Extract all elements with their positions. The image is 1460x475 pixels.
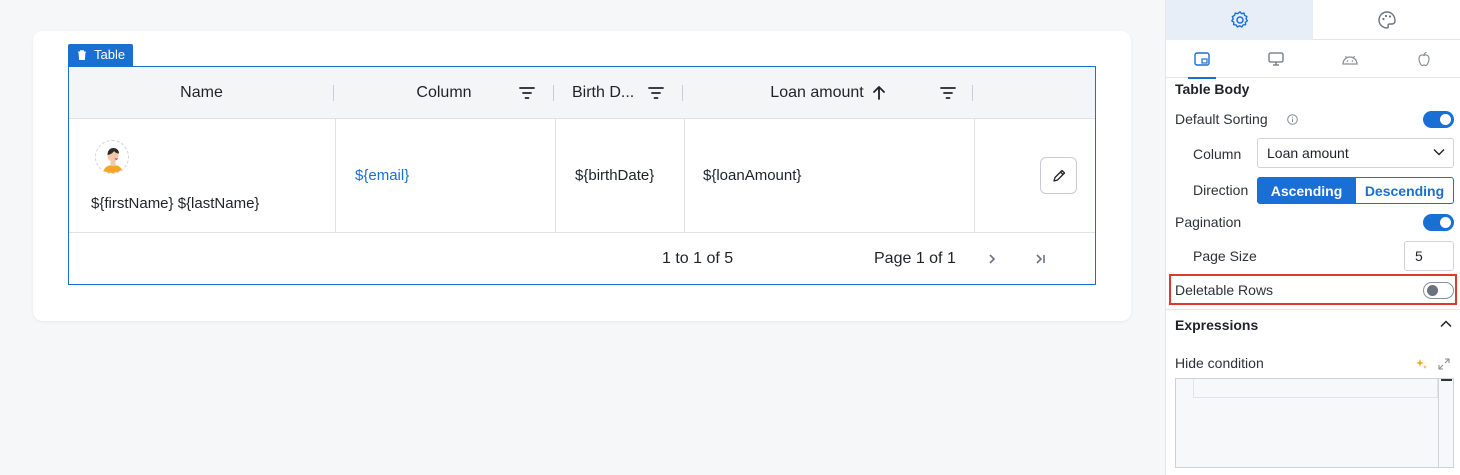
palette-icon <box>1377 11 1396 29</box>
chevron-up-icon[interactable] <box>1440 320 1452 328</box>
table-component-tag[interactable]: Table <box>68 44 134 66</box>
chevron-down-icon <box>1433 149 1445 156</box>
tab-android[interactable] <box>1314 40 1386 78</box>
expand-icon[interactable] <box>1438 358 1450 370</box>
name-cell: ${firstName} ${lastName} <box>91 195 260 212</box>
properties-panel: Table Body Default Sorting Column Loan a… <box>1165 0 1460 475</box>
deletable-rows-label: Deletable Rows <box>1175 282 1274 298</box>
android-icon <box>1342 55 1358 65</box>
expressions-header[interactable]: Expressions <box>1175 317 1258 333</box>
last-page-button[interactable] <box>1030 248 1052 270</box>
column-header-label: Name <box>180 84 223 101</box>
tab-component[interactable] <box>1166 40 1238 79</box>
direction-label: Direction <box>1193 182 1249 198</box>
next-page-button[interactable] <box>981 248 1003 270</box>
sparkle-icon[interactable] <box>1415 358 1427 370</box>
cell-divider <box>555 119 556 233</box>
column-select-value: Loan amount <box>1267 145 1349 161</box>
cell-divider <box>684 119 685 233</box>
email-cell[interactable]: ${email} <box>355 167 409 184</box>
editor-scrollbar[interactable] <box>1438 379 1453 467</box>
birthdate-cell: ${birthDate} <box>575 167 655 184</box>
hide-condition-label: Hide condition <box>1175 355 1264 371</box>
column-header-label: Birth D... <box>572 84 635 101</box>
component-icon <box>1194 52 1210 66</box>
column-label: Column <box>1193 146 1242 162</box>
page-size-label: Page Size <box>1193 248 1257 264</box>
hide-condition-editor[interactable] <box>1175 378 1454 468</box>
editor-line <box>1193 379 1438 398</box>
default-sorting-label: Default Sorting <box>1175 111 1268 127</box>
tab-ios[interactable] <box>1388 40 1460 78</box>
pagination-toggle[interactable] <box>1423 214 1454 231</box>
info-icon[interactable] <box>1287 114 1298 125</box>
cell-divider <box>335 119 336 233</box>
chevron-right-icon <box>989 254 996 264</box>
table-tag-label: Table <box>94 47 126 62</box>
tab-settings[interactable] <box>1166 0 1313 40</box>
column-divider[interactable] <box>972 85 973 101</box>
apple-icon <box>1418 51 1430 67</box>
page-size-input[interactable]: 5 <box>1404 241 1454 271</box>
deletable-rows-toggle[interactable] <box>1423 282 1454 299</box>
trash-icon[interactable] <box>76 49 88 61</box>
avatar <box>95 140 129 174</box>
desktop-icon <box>1268 52 1284 66</box>
descending-button[interactable]: Descending <box>1355 177 1454 204</box>
pagination-label: Pagination <box>1175 214 1242 230</box>
ascending-button[interactable]: Ascending <box>1257 177 1356 204</box>
device-tabs <box>1166 40 1460 79</box>
table-header: Name Column Birth D... Loan amount <box>69 67 1095 119</box>
filter-icon[interactable] <box>518 84 536 102</box>
panel-main-tabs <box>1166 0 1460 40</box>
column-header-loan-amount[interactable]: Loan amount <box>683 67 973 119</box>
cell-divider <box>974 119 975 233</box>
pencil-icon <box>1052 169 1065 182</box>
edit-row-button[interactable] <box>1040 157 1077 194</box>
tab-style[interactable] <box>1313 0 1460 40</box>
pagination-bar: 1 to 1 of 5 Page 1 of 1 <box>69 233 1095 285</box>
pagination-page: Page 1 of 1 <box>874 250 956 267</box>
section-divider <box>1166 309 1460 310</box>
loan-amount-cell: ${loanAmount} <box>703 167 802 184</box>
chevron-last-icon <box>1036 254 1045 264</box>
filter-icon[interactable] <box>647 84 665 102</box>
column-header-label: Column <box>416 84 472 101</box>
column-header-birthdate[interactable]: Birth D... <box>554 67 683 119</box>
sort-ascending-icon[interactable] <box>872 85 886 101</box>
gear-icon <box>1230 11 1248 28</box>
section-title: Table Body <box>1175 81 1250 97</box>
tab-desktop[interactable] <box>1240 40 1312 78</box>
filter-icon[interactable] <box>939 84 957 102</box>
pagination-range: 1 to 1 of 5 <box>662 250 734 267</box>
column-header-label: Loan amount <box>770 84 864 101</box>
column-select[interactable]: Loan amount <box>1257 138 1454 168</box>
data-table[interactable]: Name Column Birth D... Loan amount ${fir… <box>68 66 1096 285</box>
column-header-email[interactable]: Column <box>334 67 554 119</box>
column-header-name[interactable]: Name <box>69 67 334 119</box>
default-sorting-toggle[interactable] <box>1423 111 1454 128</box>
